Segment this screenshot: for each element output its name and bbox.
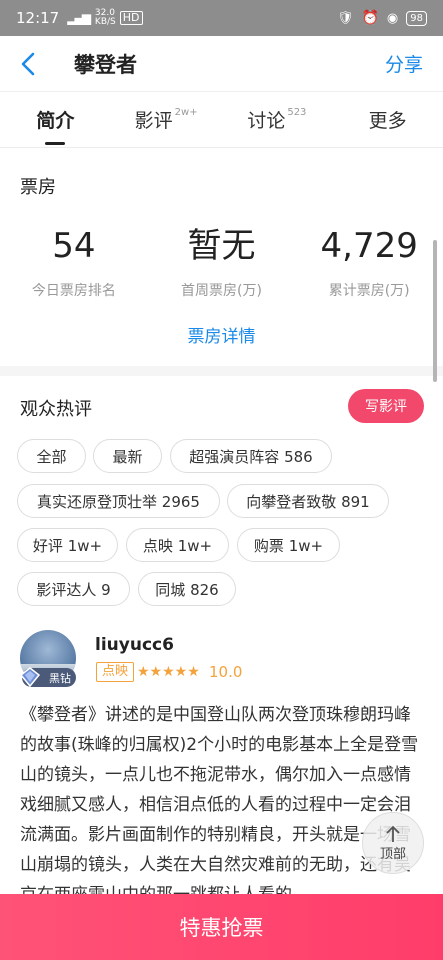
review-text[interactable]: 《攀登者》讲述的是中国登山队两次登顶珠穆朗玛峰的故事(珠峰的归属权)2个小时的电… (20, 700, 425, 910)
page-title: 攀登者 (74, 52, 137, 77)
hd-indicator: HD (119, 11, 143, 25)
review-tag[interactable]: 超强演员阵容 586 (170, 439, 332, 473)
tab-more[interactable]: 更多 (332, 92, 443, 147)
battery-icon: 98 (406, 10, 427, 26)
nav-bar: 攀登者 分享 (0, 36, 443, 92)
wifi-icon: ◉ (386, 10, 399, 26)
review-tag[interactable]: 点映 1w+ (126, 528, 229, 562)
tab-discussion-label: 讨论 (247, 110, 286, 132)
review-score: 10.0 (209, 663, 243, 681)
tab-bar: 简介 影评 2w+ 讨论 523 更多 (0, 92, 443, 148)
tab-intro[interactable]: 简介 (0, 92, 111, 147)
tab-discussion-count: 523 (287, 107, 307, 118)
share-button[interactable]: 分享 (385, 50, 423, 77)
star-rating: ★★★★★ (137, 664, 200, 680)
review-tag[interactable]: 向攀登者致敬 891 (227, 484, 389, 518)
review-type-badge: 点映 (96, 662, 135, 682)
tab-reviews-count: 2w+ (174, 107, 198, 118)
review-tag[interactable]: 购票 1w+ (237, 528, 340, 562)
stat-first-week: 暂无 首周票房(万) (148, 224, 296, 300)
shield-icon: 🛡 (336, 10, 354, 26)
back-arrow-icon[interactable] (20, 51, 46, 77)
network-speed-unit: KB/S (94, 17, 116, 27)
stat-cumulative: 4,729 累计票房(万) (295, 224, 443, 300)
review-tag[interactable]: 影评达人 9 (17, 572, 130, 606)
stat-label: 今日票房排名 (31, 283, 116, 299)
stat-today-rank: 54 今日票房排名 (0, 224, 148, 300)
back-to-top-button[interactable]: 顶部 (362, 812, 424, 874)
box-office-title: 票房 (20, 177, 56, 198)
buy-ticket-button[interactable]: 特惠抢票 (0, 894, 443, 960)
box-office-detail-link[interactable]: 票房详情 (0, 322, 443, 347)
box-office-stats: 54 今日票房排名 暂无 首周票房(万) 4,729 累计票房(万) (0, 224, 443, 300)
arrow-up-icon (386, 825, 400, 842)
vip-label: 黑钻 (49, 671, 71, 685)
alarm-icon: ⏰ (361, 10, 379, 26)
tab-discussion[interactable]: 讨论 523 (222, 92, 333, 147)
tab-reviews-label: 影评 (134, 110, 173, 132)
stat-label: 累计票房(万) (328, 283, 410, 299)
stat-value: 54 (52, 226, 96, 266)
diamond-icon (20, 667, 40, 687)
write-review-button[interactable]: 写影评 (348, 389, 424, 423)
tab-reviews[interactable]: 影评 2w+ (111, 92, 222, 147)
tab-more-label: 更多 (368, 110, 407, 132)
stat-value: 4,729 (320, 226, 418, 266)
status-time: 12:17 (16, 9, 60, 27)
review-tag[interactable]: 真实还原登顶壮举 2965 (17, 484, 220, 518)
tab-intro-label: 简介 (36, 110, 75, 132)
network-speed: 32.0 KB/S (95, 9, 116, 27)
vip-badge: 黑钻 (20, 667, 76, 687)
review-tag[interactable]: 最新 (93, 439, 162, 473)
stat-value: 暂无 (187, 226, 256, 266)
signal-icon: ▂▄▆ (67, 11, 91, 25)
review-tag[interactable]: 全部 (17, 439, 86, 473)
stat-label: 首周票房(万) (181, 283, 262, 299)
reviews-title: 观众热评 (20, 399, 92, 420)
scrollbar[interactable] (433, 240, 437, 382)
review-username[interactable]: liuyucc6 (95, 635, 174, 655)
back-to-top-label: 顶部 (379, 846, 406, 862)
review-tag[interactable]: 好评 1w+ (17, 528, 118, 562)
status-bar: 12:17 ▂▄▆ 32.0 KB/S HD 🛡 ⏰ ◉ 98 (0, 0, 443, 36)
review-tag[interactable]: 同城 826 (138, 572, 236, 606)
section-divider (0, 366, 443, 376)
